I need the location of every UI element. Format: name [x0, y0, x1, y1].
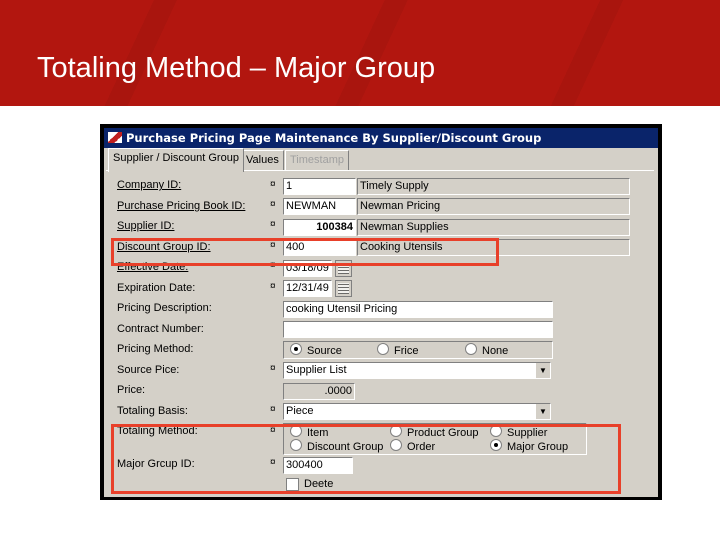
pricing-book-id-input[interactable]: NEWMAN	[283, 198, 356, 215]
tab-timestamp[interactable]: Timestamp	[285, 150, 349, 171]
pricing-method-source-radio[interactable]: Source	[290, 343, 342, 357]
totaling-basis-dropdown[interactable]: Piece ▼	[283, 403, 551, 420]
required-icon: ¤	[270, 199, 276, 210]
required-icon: ¤	[270, 219, 276, 230]
totaling-method-item-radio[interactable]: Item	[290, 425, 328, 439]
dropdown-arrow-icon[interactable]: ▼	[535, 404, 550, 419]
required-icon: ¤	[270, 281, 276, 292]
pricing-book-description: Newman Pricing	[357, 198, 630, 215]
radio-selected-icon	[490, 439, 502, 451]
contract-number-label: Contract Number:	[117, 323, 204, 335]
radio-selected-icon	[290, 343, 302, 355]
effective-date-input[interactable]: 03/18/09	[283, 260, 332, 277]
price-label: Price:	[117, 384, 146, 396]
totaling-method-discount-group-radio[interactable]: Discount Group	[290, 439, 383, 453]
company-id-description: Timely Supply	[357, 178, 630, 195]
delete-checkbox[interactable]	[286, 478, 299, 491]
radio-icon	[390, 425, 402, 437]
supplier-description: Newman Supplies	[357, 219, 630, 236]
tab-values[interactable]: Values	[241, 150, 284, 171]
contract-number-input[interactable]	[283, 321, 553, 338]
radio-icon	[490, 425, 502, 437]
major-group-id-label: Major Grcup ID:	[117, 458, 195, 470]
pricing-method-group: Source Frice None	[283, 341, 553, 359]
required-icon: ¤	[270, 179, 276, 190]
radio-icon	[390, 439, 402, 451]
dropdown-arrow-icon[interactable]: ▼	[535, 363, 550, 378]
discount-group-description: Cooking Utensils	[357, 239, 630, 256]
price-value: .0000	[283, 383, 355, 400]
slide-header: Totaling Method – Major Group	[0, 0, 720, 106]
window-client: Supplier / Discount Group Values Timesta…	[104, 148, 658, 497]
supplier-id-label: Supplier ID:	[117, 220, 175, 232]
source-price-dropdown[interactable]: Supplier List ▼	[283, 362, 551, 379]
company-id-label: Company ID:	[117, 179, 182, 191]
radio-icon	[465, 343, 477, 355]
discount-group-id-input[interactable]: 400	[283, 239, 356, 256]
pricing-description-label: Pricing Description:	[117, 302, 212, 314]
totaling-basis-label: Totaling Basis:	[117, 405, 188, 417]
required-icon: ¤	[270, 457, 276, 468]
totaling-method-group: Item Product Group Supplier Discount Gro…	[283, 423, 587, 455]
totaling-method-order-radio[interactable]: Order	[390, 439, 435, 453]
pricing-method-label: Pricing Method:	[117, 343, 194, 355]
totaling-method-label: Totaling Method:	[117, 425, 198, 437]
window-titlebar: Purchase Pricing Page Maintenance By Sup…	[104, 128, 658, 148]
totaling-method-supplier-radio[interactable]: Supplier	[490, 425, 547, 439]
expiration-date-label: Expiration Date:	[117, 282, 196, 294]
calendar-icon[interactable]	[335, 280, 352, 297]
major-group-id-input[interactable]: 300400	[283, 457, 353, 474]
radio-icon	[377, 343, 389, 355]
required-icon: ¤	[270, 240, 276, 251]
totaling-method-major-group-radio[interactable]: Major Group	[490, 439, 568, 453]
pricing-description-input[interactable]: cooking Utensil Pricing	[283, 301, 553, 318]
app-icon	[108, 132, 122, 143]
radio-icon	[290, 425, 302, 437]
app-window: Purchase Pricing Page Maintenance By Sup…	[100, 124, 662, 500]
delete-label: Deete	[304, 478, 334, 490]
expiration-date-input[interactable]: 12/31/49	[283, 280, 332, 297]
window-title: Purchase Pricing Page Maintenance By Sup…	[126, 131, 542, 145]
effective-date-label: Effective Date:	[117, 261, 189, 273]
pricing-method-none-radio[interactable]: None	[465, 343, 508, 357]
totaling-method-product-group-radio[interactable]: Product Group	[390, 425, 479, 439]
company-id-input[interactable]: 1	[283, 178, 356, 195]
radio-icon	[290, 439, 302, 451]
slide-title: Totaling Method – Major Group	[37, 52, 436, 84]
discount-group-id-label: Discount Group ID:	[117, 241, 211, 253]
pricing-method-price-radio[interactable]: Frice	[377, 343, 418, 357]
required-icon: ¤	[270, 425, 276, 436]
required-icon: ¤	[270, 363, 276, 374]
pricing-book-id-label: Purchase Pricing Book ID:	[117, 200, 246, 212]
required-icon: ¤	[270, 404, 276, 415]
required-icon: ¤	[270, 260, 276, 271]
source-price-label: Source Pice:	[117, 364, 180, 376]
calendar-icon[interactable]	[335, 260, 352, 277]
supplier-id-input[interactable]: 100384	[283, 219, 356, 236]
tab-supplier-discount-group[interactable]: Supplier / Discount Group	[108, 148, 244, 172]
